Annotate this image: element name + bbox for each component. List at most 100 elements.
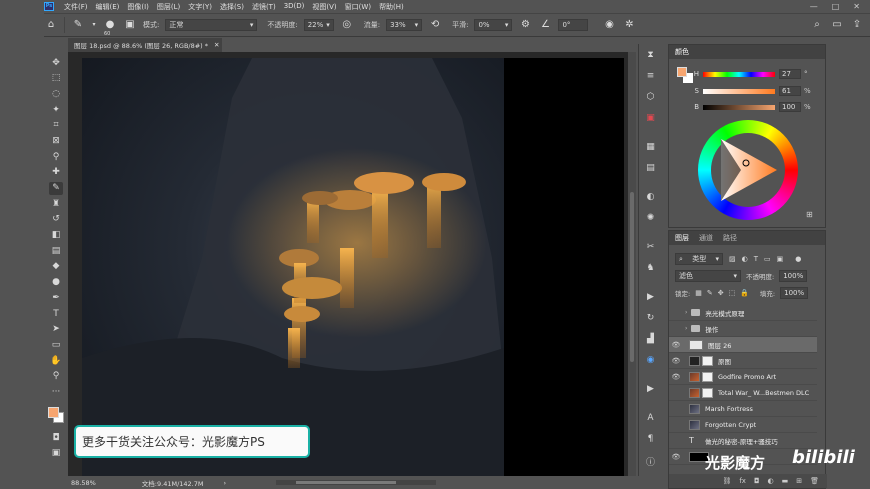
brush-settings-icon[interactable]: ✺: [644, 213, 658, 223]
frame-tool-icon[interactable]: ⊠: [49, 134, 63, 147]
blur-tool-icon[interactable]: ◆: [49, 260, 63, 273]
color-wheel[interactable]: [698, 120, 798, 220]
layer-row-selected[interactable]: 👁 图层 26: [669, 337, 817, 353]
rectangle-tool-icon[interactable]: ▭: [49, 338, 63, 351]
styles-icon[interactable]: ↻: [644, 313, 658, 323]
filter-toggle-icon[interactable]: ●: [795, 255, 801, 263]
new-group-icon[interactable]: ▬: [782, 477, 789, 485]
type-tool-icon[interactable]: T: [49, 307, 63, 320]
new-layer-icon[interactable]: ⊞: [796, 477, 802, 485]
panel-expand-icon[interactable]: ⊞: [806, 210, 813, 219]
histogram-icon[interactable]: ▟: [644, 334, 658, 344]
swatches-icon[interactable]: ▦: [644, 142, 658, 152]
actions-icon[interactable]: ▶: [644, 292, 658, 302]
foreground-color-swatch[interactable]: [677, 67, 687, 77]
minimize-icon[interactable]: —: [810, 2, 818, 11]
zoom-level[interactable]: 88.58%: [71, 479, 96, 487]
home-icon[interactable]: ⌂: [44, 18, 58, 32]
foreground-color-swatch[interactable]: [48, 407, 59, 419]
gradient-tool-icon[interactable]: ▤: [49, 244, 63, 257]
marquee-tool-icon[interactable]: ⬚: [49, 72, 63, 85]
filter-adjustment-icon[interactable]: ◐: [742, 255, 748, 263]
3d-icon[interactable]: ⬡: [644, 92, 658, 102]
lock-artboard-icon[interactable]: ⬚: [729, 289, 736, 297]
flow-field[interactable]: 33% ▾: [386, 19, 423, 31]
menu-filter[interactable]: 滤镜(T): [252, 2, 276, 12]
brush-tool-icon[interactable]: ✎: [49, 181, 63, 195]
move-tool-icon[interactable]: ✥: [49, 56, 63, 69]
status-arrow-icon[interactable]: ›: [223, 479, 226, 487]
share-icon[interactable]: ⇪: [850, 18, 864, 32]
cc-libraries-icon[interactable]: ▣: [644, 113, 658, 123]
menu-view[interactable]: 视图(V): [312, 2, 336, 12]
fill-field[interactable]: 100%: [780, 287, 809, 299]
adjustments-icon[interactable]: ≡: [644, 71, 658, 81]
close-tab-icon[interactable]: ✕: [214, 41, 219, 49]
dodge-tool-icon[interactable]: ●: [49, 276, 63, 289]
lock-pixels-icon[interactable]: ✎: [707, 289, 713, 297]
menu-3d[interactable]: 3D(D): [284, 2, 305, 12]
history-brush-tool-icon[interactable]: ↺: [49, 213, 63, 226]
menu-help[interactable]: 帮助(H): [379, 2, 404, 12]
navigator-icon[interactable]: ◉: [644, 355, 658, 365]
menu-image[interactable]: 图像(I): [127, 2, 149, 12]
quick-mask-icon[interactable]: ◘: [49, 431, 63, 444]
saturation-slider[interactable]: [703, 88, 775, 94]
menu-edit[interactable]: 编辑(E): [96, 2, 120, 12]
tab-color[interactable]: 颜色: [675, 47, 689, 57]
layer-row[interactable]: Marsh Fortress: [669, 401, 817, 417]
smoothing-settings-icon[interactable]: ⚙: [518, 18, 532, 32]
tool-presets-icon[interactable]: ✂: [644, 242, 658, 252]
pen-tool-icon[interactable]: ✒: [49, 291, 63, 304]
lock-all-icon[interactable]: 🔒: [740, 289, 749, 297]
maximize-icon[interactable]: □: [832, 2, 840, 11]
clone-stamp-tool-icon[interactable]: ♜: [49, 197, 63, 210]
filter-type-icon[interactable]: T: [754, 255, 758, 263]
workspace-icon[interactable]: ▭: [830, 18, 844, 32]
close-icon[interactable]: ✕: [853, 2, 860, 11]
search-icon[interactable]: ⌕: [810, 18, 824, 32]
blend-mode-select[interactable]: 滤色 ▾: [675, 270, 741, 282]
vertical-scrollbar[interactable]: [628, 52, 636, 476]
horizontal-scrollbar[interactable]: [276, 480, 437, 485]
more-tools-icon[interactable]: ···: [49, 385, 63, 398]
eraser-tool-icon[interactable]: ◧: [49, 229, 63, 242]
color-triangle[interactable]: [711, 133, 785, 207]
lock-transparent-icon[interactable]: ▦: [695, 289, 702, 297]
eye-icon[interactable]: 👁: [669, 373, 683, 381]
hue-value[interactable]: 27: [779, 69, 801, 79]
healing-brush-tool-icon[interactable]: ✚: [49, 166, 63, 179]
layer-row[interactable]: Total War_ W...Bestmen DLC: [669, 385, 817, 401]
color-swatches[interactable]: [46, 405, 66, 425]
layer-row[interactable]: 👁 Godfire Promo Art: [669, 369, 817, 385]
info-icon[interactable]: ⓘ: [644, 455, 658, 468]
brushes-icon[interactable]: ◐: [644, 192, 658, 202]
brush-tool-icon[interactable]: ✎: [71, 18, 85, 32]
tab-paths[interactable]: 路径: [723, 233, 737, 243]
brush-preset-icon[interactable]: ● 60: [103, 18, 117, 37]
angle-field[interactable]: 0°: [558, 19, 589, 31]
pressure-opacity-icon[interactable]: ◎: [340, 18, 354, 32]
quick-select-tool-icon[interactable]: ✦: [49, 103, 63, 116]
eye-icon[interactable]: 👁: [669, 357, 683, 365]
filter-pixel-icon[interactable]: ▨: [729, 255, 736, 263]
eye-icon[interactable]: 👁: [669, 453, 683, 461]
menu-window[interactable]: 窗口(W): [345, 2, 371, 12]
mode-select[interactable]: 正常 ▾: [165, 19, 258, 31]
layer-row[interactable]: 👁 原图: [669, 353, 817, 369]
symmetry-icon[interactable]: ✲: [622, 18, 636, 32]
opacity-field[interactable]: 22% ▾: [303, 19, 334, 31]
add-mask-icon[interactable]: ◘: [754, 477, 760, 485]
adjustment-layer-icon[interactable]: ◐: [768, 477, 774, 485]
paragraph-icon[interactable]: ¶: [644, 434, 658, 444]
chevron-right-icon[interactable]: ›: [685, 309, 687, 316]
lasso-tool-icon[interactable]: ◌: [49, 87, 63, 100]
hand-tool-icon[interactable]: ✋: [49, 354, 63, 367]
crop-tool-icon[interactable]: ⌗: [49, 119, 63, 132]
zoom-tool-icon[interactable]: ⚲: [49, 370, 63, 383]
brightness-slider[interactable]: [703, 104, 775, 110]
link-layers-icon[interactable]: ⛓: [722, 477, 731, 485]
menu-file[interactable]: 文件(F): [64, 2, 88, 12]
clone-source-icon[interactable]: ♞: [644, 263, 658, 273]
layer-row[interactable]: Forgotten Crypt: [669, 417, 817, 433]
